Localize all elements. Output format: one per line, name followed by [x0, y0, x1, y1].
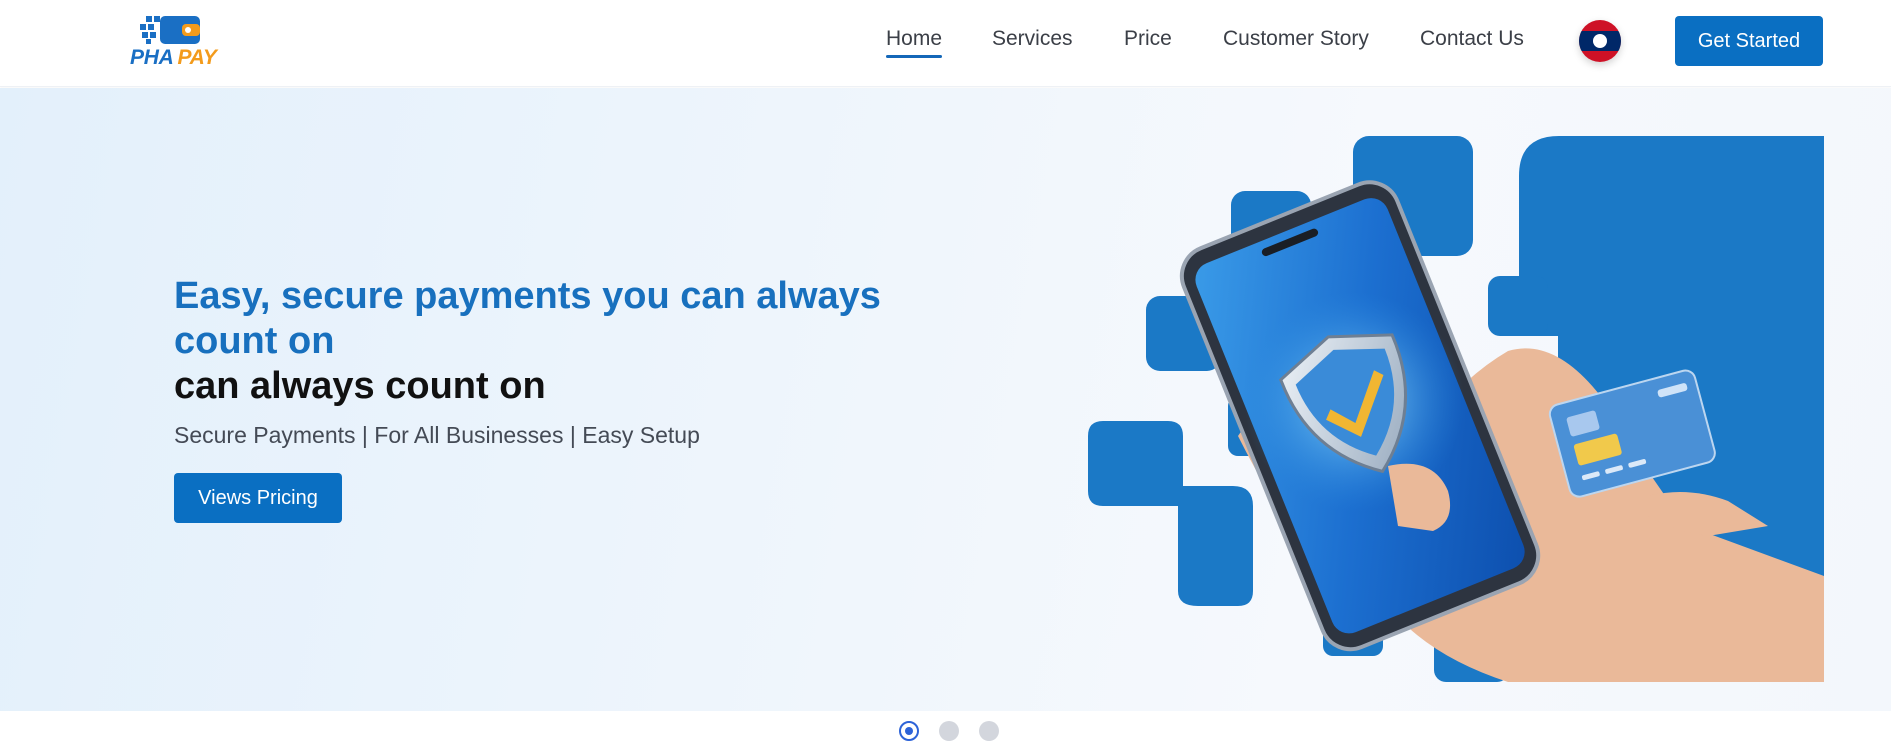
hero-banner: Easy, secure payments you can always cou…: [0, 88, 1891, 711]
hero-subtitle: Secure Payments | For All Businesses | E…: [174, 422, 700, 448]
get-started-button[interactable]: Get Started: [1675, 16, 1823, 66]
carousel-indicators: [0, 719, 1891, 743]
nav-link-price[interactable]: Price: [1124, 27, 1172, 57]
brand-name-part1: PHA: [130, 46, 174, 69]
phone-shield-card-illustration: [1088, 136, 1824, 682]
nav-link-home[interactable]: Home: [886, 27, 943, 58]
brand-name-part2: PAY: [177, 46, 217, 69]
wallet-logo-icon: [140, 16, 200, 44]
carousel-dot-1[interactable]: [899, 721, 919, 741]
views-pricing-button[interactable]: Views Pricing: [174, 473, 342, 523]
brand-logo[interactable]: PHA PAY: [130, 14, 220, 70]
brand-wordmark: PHA PAY: [130, 46, 217, 70]
hero-title: Easy, secure payments you can always cou…: [174, 275, 881, 362]
nav-link-customer-story[interactable]: Customer Story: [1223, 27, 1369, 57]
carousel-dot-3[interactable]: [979, 721, 999, 741]
site-header: PHA PAY Home Services Price Customer Stor…: [0, 0, 1891, 87]
laos-flag-icon: [1579, 20, 1621, 62]
nav-link-contact-us[interactable]: Contact Us: [1420, 27, 1524, 57]
nav-link-services[interactable]: Services: [992, 27, 1073, 57]
language-switcher[interactable]: [1579, 20, 1621, 62]
hero-title-secondary: can always count on: [174, 365, 546, 407]
carousel-dot-2[interactable]: [939, 721, 959, 741]
